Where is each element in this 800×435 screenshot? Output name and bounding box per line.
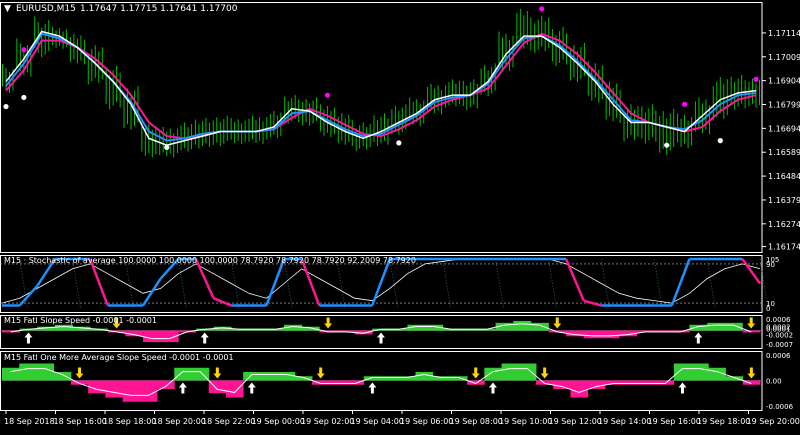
time-tick-label: 19 Sep 06:00	[400, 417, 453, 426]
avg-bar	[691, 363, 709, 381]
chart-window: 1.17114 1.17009 1.16904 1.16799 1.16694 1.165…	[0, 0, 800, 431]
price-tick-label: 1.16904	[768, 77, 800, 86]
price-tick-label: 1.16589	[768, 148, 800, 157]
slope-bar	[724, 322, 743, 331]
pink-signal-dot	[753, 76, 759, 82]
slope-bar	[707, 322, 726, 331]
avg-bar	[139, 380, 158, 402]
avg-tick-label: 0.0006	[766, 352, 791, 360]
white-signal-dot	[396, 140, 402, 146]
slope-bar	[530, 322, 549, 331]
avg-bar	[518, 363, 537, 381]
avg-bar	[53, 372, 72, 381]
time-tick-label: 18 Sep 2018	[4, 417, 55, 426]
avg-bar	[587, 380, 606, 389]
stoch-tick-label: 0	[766, 305, 770, 313]
time-tick-label: 19 Sep 20:00	[747, 417, 800, 426]
slope-bar	[601, 330, 620, 339]
time-tick-label: 18 Sep 20:00	[153, 417, 206, 426]
avg-bar	[225, 380, 244, 398]
white-signal-dot	[164, 144, 170, 151]
price-tick-label: 1.16379	[768, 196, 800, 205]
avg-bar	[415, 372, 434, 381]
avg-bar	[277, 372, 296, 381]
time-tick-label: 18 Sep 16:00	[54, 417, 107, 426]
slope-tick-label: -0.0002	[766, 331, 793, 339]
time-tick-label: 18 Sep 18:00	[103, 417, 156, 426]
slope-bar	[54, 324, 73, 331]
slope-bar	[742, 330, 761, 333]
time-tick-label: 19 Sep 10:00	[499, 417, 552, 426]
avg-bar	[381, 376, 399, 381]
price-tick-label: 1.17114	[768, 29, 800, 38]
avg-bar	[553, 380, 571, 389]
slope-bar	[583, 330, 602, 339]
pink-signal-dot	[324, 92, 331, 98]
price-tick-label: 1.16694	[768, 124, 800, 133]
avg-bar	[208, 380, 227, 394]
time-tick-label: 19 Sep 16:00	[648, 417, 701, 426]
avg-bar	[570, 380, 589, 398]
white-signal-dot	[3, 103, 9, 110]
slope-bar	[513, 320, 532, 331]
avg-bar	[122, 380, 141, 402]
avg-slope-label: M15 Fatl One More Average Slope Speed -0…	[4, 353, 234, 362]
avg-bar	[19, 363, 37, 381]
pink-signal-dot	[21, 47, 27, 53]
avg-bar	[622, 380, 640, 385]
ohlc-readout: 1.17647 1.17715 1.17641 1.17700	[80, 4, 238, 14]
symbol-title: EURUSD,M15	[16, 4, 76, 14]
avg-bar	[174, 367, 192, 381]
white-signal-dot	[717, 138, 723, 144]
avg-bar	[329, 380, 347, 385]
stochastic-label: M15 · Stochastic of average 100.0000 100…	[4, 256, 416, 265]
time-tick-label: 19 Sep 08:00	[450, 417, 503, 426]
avg-bar	[105, 380, 123, 398]
time-tick-label: 19 Sep 02:00	[301, 417, 354, 426]
avg-bar	[673, 363, 692, 381]
time-tick-label: 19 Sep 12:00	[549, 417, 602, 426]
avg-bar	[70, 380, 89, 385]
avg-tick-label: -0.0006	[766, 403, 794, 411]
price-tick-label: 1.17009	[768, 53, 800, 62]
slope-label: M15 Fatl Slope Speed -0.0001 -0.0001	[4, 316, 157, 325]
trading-chart[interactable]: 1.17114 1.17009 1.16904 1.16799 1.16694 1.165…	[0, 0, 800, 431]
time-tick-label: 19 Sep 18:00	[697, 417, 750, 426]
avg-tick-label: 0.00	[766, 378, 782, 386]
price-tick-label: 1.16484	[768, 172, 800, 181]
price-tick-label: 1.16174	[768, 243, 800, 252]
header-arrow-icon[interactable]: ▼	[4, 4, 11, 14]
avg-bar	[2, 367, 20, 381]
time-tick-label: 19 Sep 14:00	[598, 417, 651, 426]
pink-signal-dot	[681, 101, 688, 107]
avg-bar	[484, 367, 502, 381]
white-signal-dot	[21, 94, 27, 101]
time-tick-label: 18 Sep 22:00	[202, 417, 255, 426]
avg-bar	[639, 380, 658, 385]
avg-bar	[36, 363, 55, 381]
white-signal-dot	[664, 142, 670, 148]
time-tick-label: 19 Sep 00:00	[252, 417, 305, 426]
price-tick-label: 1.16274	[768, 220, 800, 229]
avg-bar	[243, 372, 261, 381]
avg-bar	[260, 372, 279, 381]
slope-bar	[143, 330, 162, 343]
slope-tick-label: -0.0007	[766, 341, 793, 349]
avg-bar	[501, 363, 520, 381]
pink-signal-dot	[539, 6, 545, 12]
avg-bar	[656, 380, 675, 385]
stoch-tick-label: 90	[766, 261, 775, 269]
time-tick-label: 19 Sep 04:00	[351, 417, 404, 426]
price-tick-label: 1.16799	[768, 101, 800, 110]
avg-bar	[157, 380, 175, 389]
